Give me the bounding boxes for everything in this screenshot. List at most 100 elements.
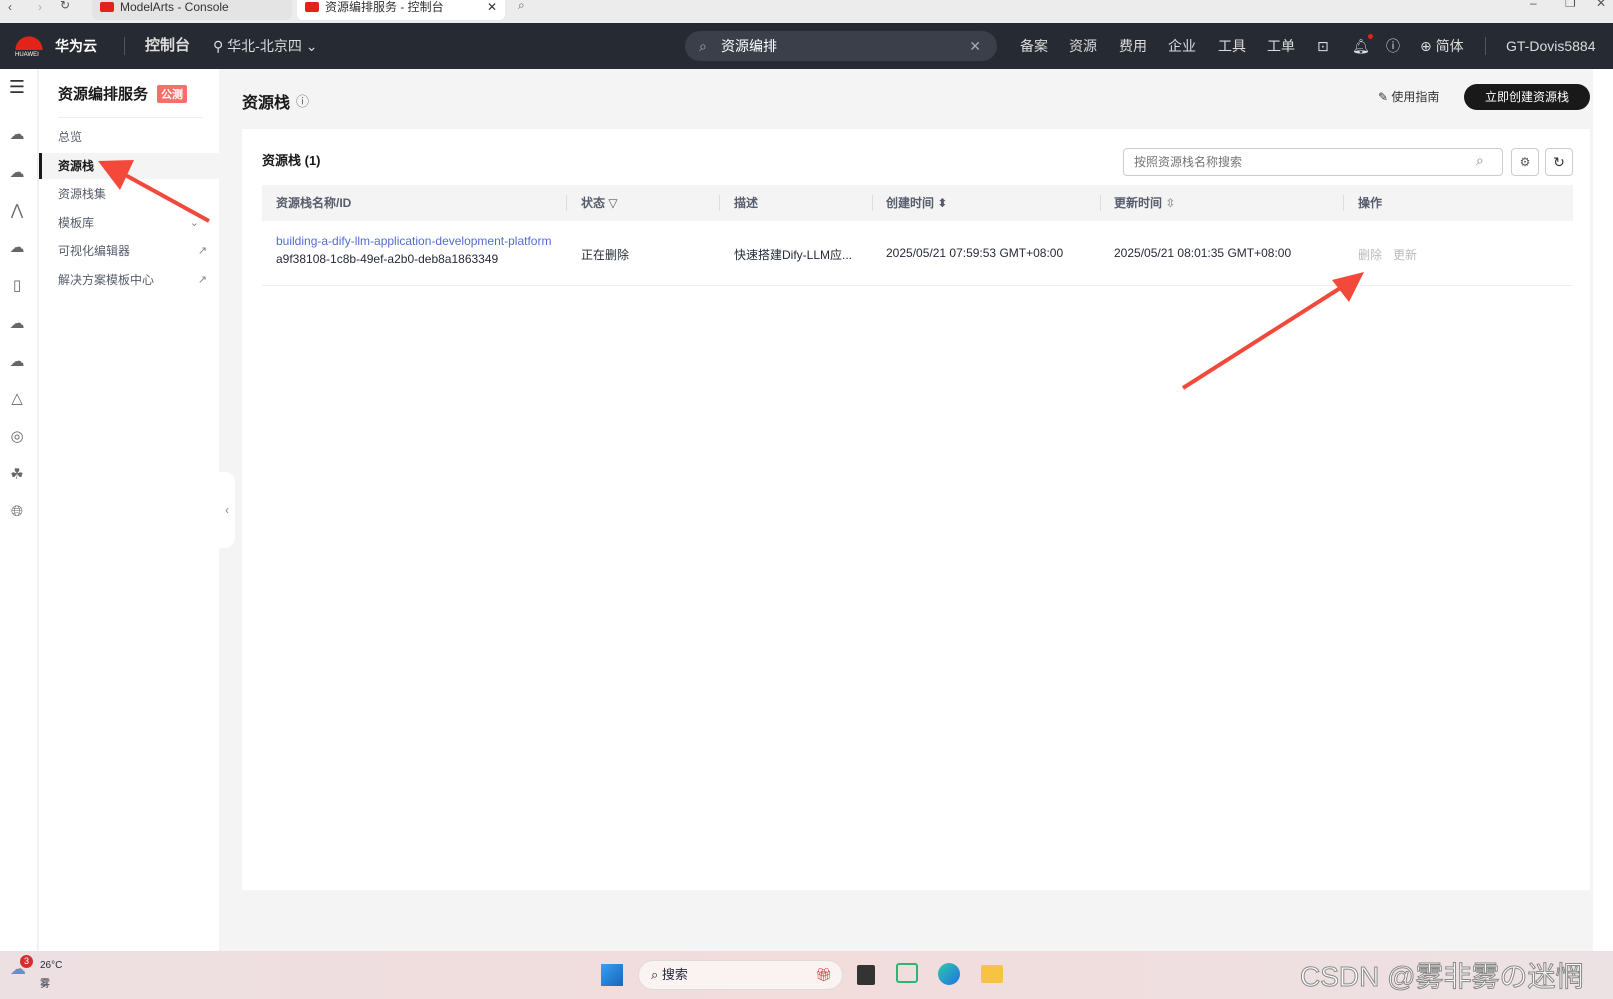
updated-time: 2025/05/21 08:01:35 GMT+08:00 [1114, 246, 1292, 260]
collapse-sidebar-button[interactable]: ‹ [219, 472, 235, 548]
restore-icon[interactable]: ❐ [1565, 0, 1576, 10]
help-icon[interactable]: ⓘ [296, 91, 309, 110]
nav-billing[interactable]: 费用 [1119, 23, 1147, 69]
bell-icon[interactable]: 🔔︎ [1352, 23, 1370, 69]
beta-badge: 公测 [157, 85, 187, 103]
service-rail: ☰ ☁ ☁ ⋀ ☁ ▯ ☁ ☁ △ ◎ ☘ 🌐︎ [0, 69, 38, 951]
sidebar-item-overview[interactable]: 总览 [39, 124, 219, 150]
table-row: building-a-dify-llm-application-developm… [262, 221, 1573, 286]
sidebar-item-template-library[interactable]: 模板库 ⌄ [39, 210, 219, 236]
nav-resources[interactable]: 资源 [1069, 23, 1097, 69]
filter-icon[interactable]: ▽ [608, 196, 617, 210]
cloud-upload-icon[interactable]: ☁ [6, 238, 28, 256]
start-icon[interactable] [601, 964, 623, 986]
cluster-icon[interactable]: ☘ [6, 465, 28, 483]
taskbar: ☁ 3 26°C 雾 ⌕ 搜索 🎁︎ CSDN @雾非雾の迷惘 [0, 951, 1613, 999]
column-header-name: 资源栈名称/ID [276, 196, 352, 210]
weather-badge: 3 [20, 955, 33, 968]
cloud-storage-icon[interactable]: ☁ [6, 163, 28, 181]
table-header: 资源栈名称/ID 状态 ▽ 描述 创建时间 ⬍ 更新时间 ⇳ 操作 [262, 185, 1573, 221]
browser-tab-active[interactable]: 资源编排服务 - 控制台 ✕ [297, 0, 505, 20]
sort-icon[interactable]: ⇳ [1165, 196, 1175, 210]
external-link-icon: ↗ [197, 274, 207, 286]
stack-search-input[interactable] [1123, 148, 1503, 176]
settings-button[interactable]: ⚙ [1511, 148, 1539, 176]
top-header: HUAWEI 华为云 控制台 ⚲ 华北-北京四 ⌄ ⌕ 资源编排 ✕ 备案 资源 费… [0, 23, 1613, 69]
description-text: 快速搭建Dify-LLM应... [734, 248, 853, 262]
search-icon: ⌕ [699, 38, 707, 54]
notification-dot [1368, 34, 1373, 39]
cloud-server-icon[interactable]: ☁ [6, 125, 28, 143]
nav-beian[interactable]: 备案 [1020, 23, 1048, 69]
column-header-status: 状态 ▽ [581, 196, 618, 210]
app-icon[interactable] [896, 963, 918, 983]
delete-action[interactable]: 删除 [1358, 246, 1382, 263]
refresh-button[interactable]: ↻ [1545, 148, 1573, 176]
menu-icon[interactable]: ☰ [6, 77, 28, 97]
stack-list-card: 资源栈 (1) ⌕ ⚙ ↻ 资源栈名称/ID 状态 ▽ 描述 创建时间 ⬍ 更新… [242, 129, 1590, 890]
weather-temp: 26°C [40, 960, 63, 971]
sidebar-item-visual-editor[interactable]: 可视化编辑器 ↗ [39, 238, 219, 264]
browser-tab[interactable]: ModelArts - Console [92, 0, 292, 20]
terminal-icon[interactable]: ⊡ [1317, 23, 1329, 69]
sidebar-item-stack-sets[interactable]: 资源栈集 [39, 181, 219, 207]
update-action[interactable]: 更新 [1393, 246, 1417, 263]
nav-enterprise[interactable]: 企业 [1168, 23, 1196, 69]
status-text: 正在删除 [581, 248, 630, 262]
ip-icon[interactable]: ◎ [6, 427, 28, 445]
huawei-logo-icon [100, 2, 114, 12]
user-menu[interactable]: GT-Dovis5884 [1506, 23, 1595, 69]
divider [124, 37, 125, 55]
back-icon[interactable]: ‹ [8, 0, 12, 14]
divider [1343, 195, 1344, 211]
nav-tools[interactable]: 工具 [1218, 23, 1246, 69]
guide-link[interactable]: ✎ 使用指南 [1378, 88, 1439, 105]
sidebar: 资源编排服务 公测 总览 资源栈 资源栈集 模板库 ⌄ 可视化编辑器 ↗ 解决方案模… [39, 69, 219, 951]
clear-search-icon[interactable]: ✕ [969, 31, 981, 61]
device-icon[interactable]: ▯ [6, 276, 28, 294]
forward-icon[interactable]: › [38, 0, 42, 14]
divider [1100, 195, 1101, 211]
edge-icon[interactable] [938, 963, 960, 985]
global-search-input[interactable]: ⌕ 资源编排 ✕ [685, 31, 997, 61]
mountain-icon[interactable]: ⋀ [6, 201, 28, 219]
sort-icon[interactable]: ⬍ [937, 196, 947, 210]
column-header-created[interactable]: 创建时间 ⬍ [886, 185, 947, 221]
column-header-actions: 操作 [1358, 196, 1383, 210]
column-header-updated[interactable]: 更新时间 ⇳ [1114, 185, 1175, 221]
console-link[interactable]: 控制台 [145, 23, 190, 69]
divider [566, 195, 567, 211]
divider [58, 117, 203, 118]
brand[interactable]: 华为云 [55, 23, 97, 69]
sidebar-item-solution-templates[interactable]: 解决方案模板中心 ↗ [39, 267, 219, 293]
column-header-description: 描述 [734, 196, 759, 210]
stack-name-link[interactable]: building-a-dify-llm-application-developm… [276, 234, 551, 248]
gear-icon: ⚙ [1519, 155, 1531, 169]
cloud-speed-icon[interactable]: ☁ [6, 352, 28, 370]
refresh-icon[interactable]: ↻ [60, 0, 70, 12]
search-icon[interactable]: ⌕ [1476, 152, 1484, 169]
globe-icon[interactable]: 🌐︎ [6, 503, 28, 521]
cloud-icon[interactable]: ☁ [6, 314, 28, 332]
external-link-icon: ↗ [197, 245, 207, 257]
search-tabs-icon[interactable]: ⌕ [518, 0, 525, 13]
task-view-icon[interactable] [857, 965, 875, 985]
taskbar-search[interactable]: ⌕ 搜索 🎁︎ [638, 960, 843, 990]
divider [1485, 37, 1486, 55]
page-scrollbar[interactable] [1593, 69, 1613, 951]
pyramid-icon[interactable]: △ [6, 389, 28, 407]
language-selector[interactable]: ⊕ 简体 [1420, 23, 1464, 69]
huawei-logo[interactable] [15, 30, 43, 50]
create-stack-button[interactable]: 立即创建资源栈 [1464, 84, 1590, 110]
created-time: 2025/05/21 07:59:53 GMT+08:00 [886, 246, 1064, 260]
close-tab-icon[interactable]: ✕ [487, 0, 497, 14]
minimize-icon[interactable]: – [1530, 0, 1537, 10]
region-selector[interactable]: ⚲ 华北-北京四 ⌄ [213, 23, 317, 69]
huawei-logo-icon [305, 2, 319, 12]
file-explorer-icon[interactable] [981, 965, 1003, 983]
nav-tickets[interactable]: 工单 [1267, 23, 1295, 69]
help-icon[interactable]: ⓘ [1386, 23, 1400, 69]
refresh-icon: ↻ [1553, 154, 1565, 170]
close-window-icon[interactable]: ✕ [1596, 0, 1606, 10]
sidebar-item-stacks[interactable]: 资源栈 [39, 153, 219, 179]
